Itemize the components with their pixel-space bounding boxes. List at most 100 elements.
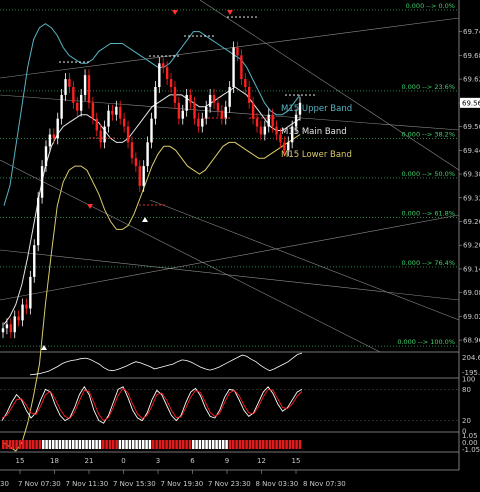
hour-label: 15	[292, 457, 301, 465]
signal-bar	[242, 440, 245, 449]
support-dot	[163, 204, 165, 206]
price-axis: 69.74 69.68 69.62 69.56 69.50 69.44 69.38 69.32…	[459, 28, 480, 345]
trend-line	[0, 17, 460, 79]
signal-bar	[55, 440, 58, 449]
signal-bar	[238, 440, 242, 449]
resistance-dot	[247, 16, 249, 18]
candle-body	[247, 87, 251, 103]
candle-body	[21, 304, 24, 321]
signal-bar	[2, 440, 5, 449]
candle-body	[36, 197, 40, 246]
support-dot	[147, 204, 149, 206]
signal-bar	[18, 440, 22, 449]
signal-bar	[25, 440, 28, 449]
resistance-dot	[305, 94, 307, 96]
price-tick-label: 69.68	[463, 52, 480, 60]
trend-lines	[0, 0, 460, 353]
date-label: 8 Nov 03:30	[256, 480, 299, 488]
candle-body	[189, 94, 192, 103]
candle-body	[87, 75, 91, 103]
candle-body	[216, 102, 220, 111]
signal-bar	[262, 440, 265, 449]
stochastic-panel: 10080200	[0, 376, 475, 436]
support-dot	[155, 204, 157, 206]
candle-body	[193, 102, 196, 119]
upper-band-label: M15 Upper Band	[281, 104, 352, 114]
signal-bar	[102, 440, 105, 449]
candle-body	[13, 316, 16, 333]
signal-bar	[118, 440, 122, 449]
support-dot	[97, 137, 99, 139]
candle-body	[146, 142, 149, 167]
resistance-dot	[192, 35, 194, 37]
signal-bar	[182, 440, 185, 449]
price-tick-label: 69.50	[463, 123, 480, 131]
support-dot	[151, 204, 153, 206]
candle-body	[56, 118, 59, 139]
price-tick-label: 69.62	[463, 76, 480, 84]
signal-bar	[35, 440, 38, 449]
candle-body	[122, 118, 126, 127]
resistance-dot	[255, 16, 257, 18]
support-dot	[224, 117, 226, 119]
hour-label: 9	[225, 457, 229, 465]
signal-bar	[42, 440, 45, 449]
resistance-dot	[301, 94, 303, 96]
signal-bar	[128, 440, 132, 449]
cci-line	[29, 352, 303, 376]
candle-body	[205, 106, 208, 119]
candle-body	[29, 276, 32, 309]
signal-bar	[15, 440, 18, 449]
support-dot	[159, 204, 161, 206]
fib-level-label: 0.000 --> 50.0%	[401, 170, 455, 178]
time-axis: 15 18 21 0 3 6 9 12 15 30 7 Nov 07:30 7 Nov 11:30 7 …	[0, 457, 346, 488]
signal-bar	[82, 440, 85, 449]
candle-body	[72, 87, 75, 103]
signal-bar	[142, 440, 145, 449]
signal-bar	[272, 440, 275, 449]
support-dot	[109, 137, 111, 139]
candle-body	[99, 130, 102, 143]
candle-body	[165, 67, 169, 80]
candle-body	[294, 114, 298, 127]
candle-body	[162, 63, 165, 68]
signal-bar	[198, 440, 202, 449]
candle-body	[271, 114, 274, 127]
signal-bar	[78, 440, 82, 449]
signal-bar	[252, 440, 255, 449]
signal-bar	[282, 440, 285, 449]
signal-bar	[45, 440, 48, 449]
signal-bar	[225, 440, 228, 449]
candle-body	[150, 118, 153, 143]
bollinger-bands	[3, 23, 301, 452]
resistance-dot	[149, 55, 151, 57]
resistance-dot	[313, 94, 315, 96]
signal-bar	[65, 440, 68, 449]
signal-bar	[158, 440, 162, 449]
resistance-dot	[208, 35, 210, 37]
signal-bar	[88, 440, 92, 449]
resistance-dot	[200, 35, 202, 37]
fib-level-label: 0.000 --> 23.6%	[401, 83, 455, 91]
candle-body	[236, 47, 239, 56]
signal-bar	[205, 440, 208, 449]
support-dot	[249, 117, 251, 119]
support-dot	[212, 117, 214, 119]
candle-body	[244, 79, 247, 88]
signal-bar	[8, 440, 12, 449]
fib-level-label: 0.000 --> 100.0%	[397, 338, 455, 346]
signal-bar	[62, 440, 65, 449]
candle-body	[154, 87, 157, 119]
date-label: 7 Nov 19:30	[161, 480, 204, 488]
signal-bar	[295, 440, 298, 449]
signal-bar	[95, 440, 98, 449]
candle-body	[169, 79, 173, 88]
signal-bar	[105, 440, 108, 449]
signal-bar	[135, 440, 138, 449]
support-dot	[89, 137, 91, 139]
signal-bar	[245, 440, 248, 449]
signal-bar	[218, 440, 222, 449]
candle-body	[68, 79, 71, 88]
candle-body	[1, 328, 5, 333]
candle-body	[52, 134, 56, 139]
